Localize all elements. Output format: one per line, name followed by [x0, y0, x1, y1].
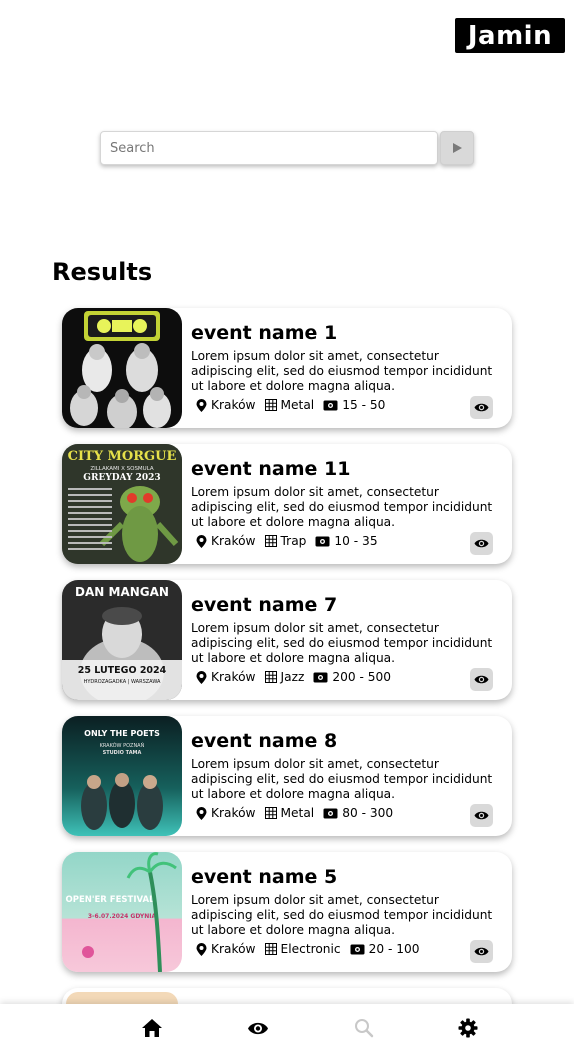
event-meta: Kraków Electronic 20 - 100	[196, 942, 429, 956]
location-icon	[196, 534, 207, 548]
location-icon	[196, 942, 207, 956]
event-title[interactable]: event name 8	[191, 730, 337, 752]
event-poster: CITY MORGUE ZILLAKAMI X SOSMULA GREYDAY …	[62, 444, 182, 564]
event-price: 10 - 35	[334, 534, 378, 548]
eye-icon	[474, 811, 489, 820]
event-genre: Metal	[280, 806, 315, 820]
eye-icon	[248, 1022, 268, 1034]
svg-text:HYDROZAGADKA | WARSZAWA: HYDROZAGADKA | WARSZAWA	[84, 679, 161, 685]
event-genre: Electronic	[280, 942, 341, 956]
ticket-icon	[313, 672, 328, 682]
event-price: 200 - 500	[332, 670, 392, 684]
event-card[interactable]: CITY MORGUE ZILLAKAMI X SOSMULA GREYDAY …	[62, 444, 512, 564]
svg-text:KRAKÓW POZNAŃ: KRAKÓW POZNAŃ	[100, 742, 145, 749]
watch-button[interactable]	[470, 804, 493, 827]
watch-button[interactable]	[470, 532, 493, 555]
event-description: Lorem ipsum dolor sit amet, consectetur …	[191, 485, 493, 529]
genre-icon	[264, 943, 277, 955]
event-title[interactable]: event name 5	[191, 866, 337, 888]
event-genre: Jazz	[280, 670, 305, 684]
logo-text: Jamin	[467, 20, 553, 51]
eye-icon	[474, 403, 489, 412]
genre-icon	[264, 399, 277, 411]
bottom-navigation	[0, 1004, 574, 1053]
genre-icon	[264, 671, 277, 683]
svg-text:STUDIO TAMA: STUDIO TAMA	[103, 750, 142, 756]
app-logo[interactable]: Jamin	[455, 18, 565, 53]
event-price: 20 - 100	[368, 942, 420, 956]
event-description: Lorem ipsum dolor sit amet, consectetur …	[191, 893, 493, 937]
svg-text:ONLY THE POETS: ONLY THE POETS	[84, 729, 160, 738]
event-title[interactable]: event name 7	[191, 594, 337, 616]
svg-text:ZILLAKAMI X SOSMULA: ZILLAKAMI X SOSMULA	[90, 466, 154, 472]
search-bar	[100, 131, 476, 167]
event-meta: Kraków Trap 10 - 35	[196, 534, 387, 548]
home-icon	[142, 1019, 162, 1037]
event-card-partial[interactable]	[62, 988, 512, 1004]
svg-text:OPEN'ER FESTIVAL: OPEN'ER FESTIVAL	[66, 895, 156, 905]
nav-watched[interactable]	[246, 1016, 270, 1040]
event-card[interactable]: OPEN'ER FESTIVAL 3-6.07.2024 GDYNIA even…	[62, 852, 512, 972]
event-card[interactable]: ONLY THE POETS KRAKÓW POZNAŃ STUDIO TAMA…	[62, 716, 512, 836]
ticket-icon	[323, 808, 338, 818]
eye-icon	[474, 947, 489, 956]
event-meta: Kraków Metal 80 - 300	[196, 806, 402, 820]
eye-icon	[474, 539, 489, 548]
ticket-icon	[350, 944, 365, 954]
search-submit-button[interactable]	[440, 131, 474, 165]
event-poster: ONLY THE POETS KRAKÓW POZNAŃ STUDIO TAMA	[62, 716, 182, 836]
event-location: Kraków	[211, 398, 256, 412]
svg-text:GREYDAY 2023: GREYDAY 2023	[83, 473, 160, 483]
event-location: Kraków	[211, 942, 256, 956]
event-title[interactable]: event name 11	[191, 458, 350, 480]
nav-home[interactable]	[140, 1016, 164, 1040]
event-description: Lorem ipsum dolor sit amet, consectetur …	[191, 349, 493, 393]
event-poster: DAN MANGAN 25 LUTEGO 2024 HYDROZAGADKA |…	[62, 580, 182, 700]
event-price: 80 - 300	[342, 806, 394, 820]
svg-text:3-6.07.2024 GDYNIA: 3-6.07.2024 GDYNIA	[88, 913, 157, 920]
event-poster: OPEN'ER FESTIVAL 3-6.07.2024 GDYNIA	[62, 852, 182, 972]
event-poster	[66, 992, 178, 1004]
event-location: Kraków	[211, 534, 256, 548]
search-icon	[355, 1019, 374, 1038]
nav-search[interactable]	[352, 1016, 376, 1040]
event-poster	[62, 308, 182, 428]
eye-icon	[474, 675, 489, 684]
svg-text:DAN MANGAN: DAN MANGAN	[75, 585, 169, 599]
event-location: Kraków	[211, 670, 256, 684]
location-icon	[196, 398, 207, 412]
event-description: Lorem ipsum dolor sit amet, consectetur …	[191, 757, 493, 801]
gear-icon	[458, 1018, 478, 1038]
svg-text:CITY MORGUE: CITY MORGUE	[68, 449, 177, 464]
results-heading: Results	[52, 258, 153, 286]
search-input[interactable]	[100, 131, 438, 165]
location-icon	[196, 670, 207, 684]
watch-button[interactable]	[470, 668, 493, 691]
ticket-icon	[323, 400, 338, 410]
event-card[interactable]: event name 1 Lorem ipsum dolor sit amet,…	[62, 308, 512, 428]
play-icon	[453, 143, 462, 153]
event-title[interactable]: event name 1	[191, 322, 337, 344]
event-description: Lorem ipsum dolor sit amet, consectetur …	[191, 621, 493, 665]
event-genre: Trap	[280, 534, 307, 548]
event-genre: Metal	[280, 398, 315, 412]
watch-button[interactable]	[470, 396, 493, 419]
event-price: 15 - 50	[342, 398, 386, 412]
event-meta: Kraków Metal 15 - 50	[196, 398, 394, 412]
genre-icon	[264, 807, 277, 819]
event-card[interactable]: DAN MANGAN 25 LUTEGO 2024 HYDROZAGADKA |…	[62, 580, 512, 700]
ticket-icon	[315, 536, 330, 546]
event-meta: Kraków Jazz 200 - 500	[196, 670, 400, 684]
location-icon	[196, 806, 207, 820]
event-location: Kraków	[211, 806, 256, 820]
watch-button[interactable]	[470, 940, 493, 963]
genre-icon	[264, 535, 277, 547]
nav-settings[interactable]	[456, 1016, 480, 1040]
svg-text:25 LUTEGO 2024: 25 LUTEGO 2024	[78, 665, 167, 676]
